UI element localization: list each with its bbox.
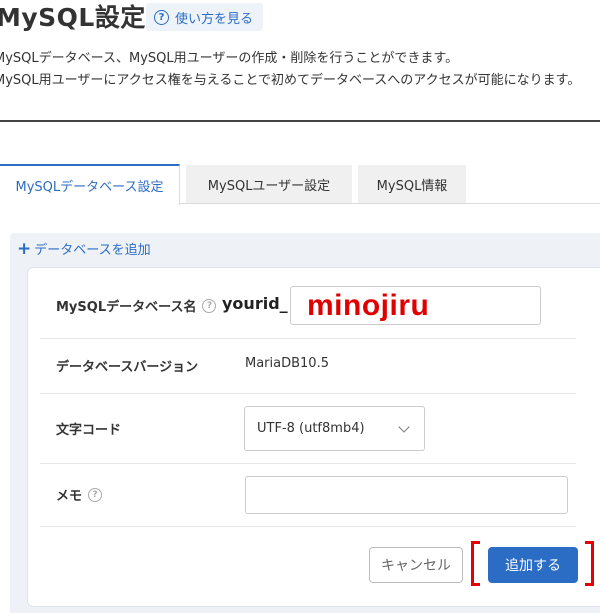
- db-name-input[interactable]: minojiru: [290, 286, 541, 325]
- tab-mysql-info[interactable]: MySQL情報: [358, 165, 466, 204]
- tab-mysql-user-settings[interactable]: MySQLユーザー設定: [186, 165, 352, 204]
- row-divider: [40, 393, 576, 394]
- plus-icon: +: [17, 238, 32, 259]
- memo-label-group: メモ ?: [56, 485, 103, 504]
- memo-input[interactable]: [245, 476, 568, 514]
- row-divider: [40, 526, 576, 527]
- add-database-link[interactable]: + データベースを追加: [17, 239, 151, 258]
- help-link[interactable]: ? 使い方を見る: [146, 3, 264, 31]
- help-hint-icon[interactable]: ?: [88, 487, 103, 502]
- version-value: MariaDB10.5: [245, 356, 329, 371]
- help-link-label: 使い方を見る: [175, 11, 254, 27]
- db-name-label-group: MySQLデータベース名 ?: [56, 296, 217, 315]
- header-divider: [0, 120, 600, 122]
- memo-label: メモ: [56, 489, 83, 504]
- add-database-label: データベースを追加: [34, 243, 151, 258]
- add-button[interactable]: 追加する: [488, 547, 578, 583]
- page-description-line-2: MySQL用ユーザーにアクセス権を与えることで初めてデータベースへのアクセスが可…: [0, 73, 581, 88]
- row-divider: [40, 338, 576, 339]
- db-name-prefix: yourid_: [222, 294, 288, 313]
- tab-mysql-database-settings[interactable]: MySQLデータベース設定: [0, 164, 180, 205]
- chevron-down-icon: [398, 420, 410, 433]
- version-label: データベースバージョン: [56, 360, 199, 375]
- cancel-button[interactable]: キャンセル: [369, 547, 463, 583]
- charset-select[interactable]: UTF-8 (utf8mb4): [244, 406, 425, 451]
- charset-label: 文字コード: [56, 423, 122, 438]
- question-circle-icon: ?: [154, 9, 169, 25]
- help-hint-icon[interactable]: ?: [202, 298, 217, 313]
- charset-selected-value: UTF-8 (utf8mb4): [257, 421, 365, 436]
- tab-bar-divider: [180, 203, 600, 204]
- page-description-line-1: MySQLデータベース、MySQL用ユーザーの作成・削除を行うことができます。: [0, 51, 459, 66]
- highlight-bracket-left: [471, 541, 480, 586]
- highlight-bracket-right: [585, 541, 594, 586]
- page-title: MySQL設定: [0, 3, 146, 32]
- row-divider: [40, 463, 576, 464]
- db-name-label: MySQLデータベース名: [56, 300, 197, 315]
